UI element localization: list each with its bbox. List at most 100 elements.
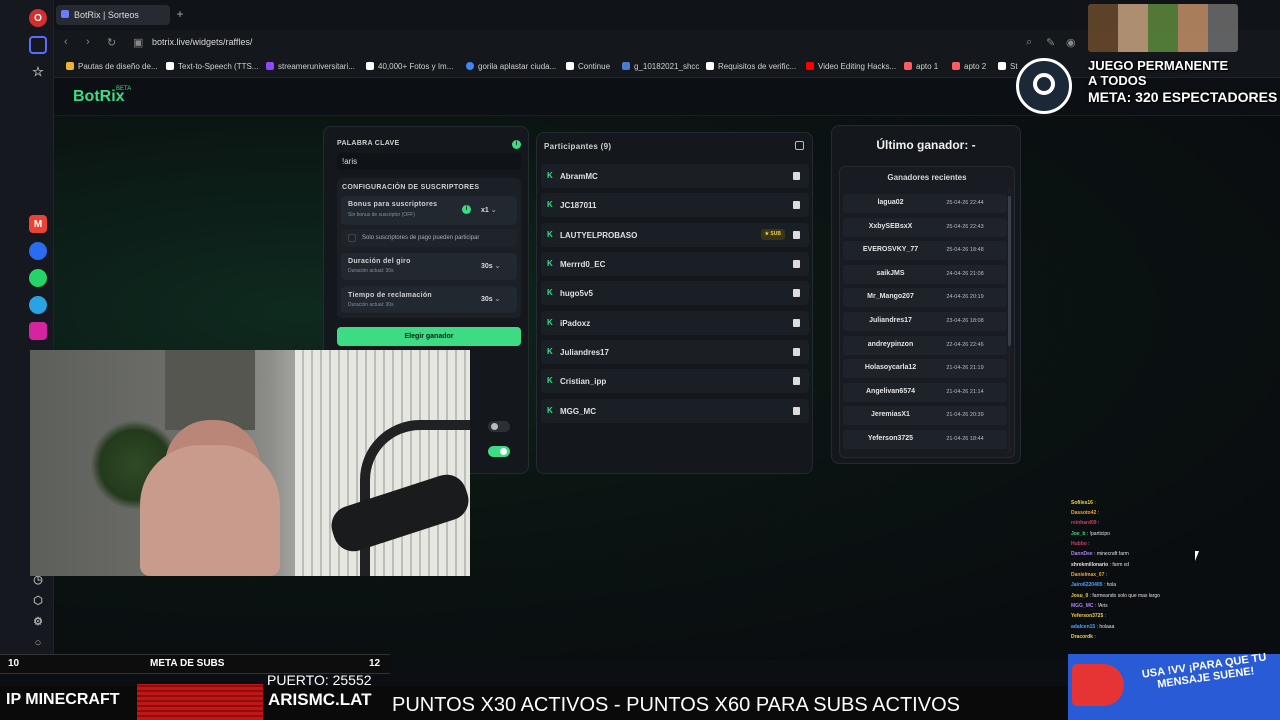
trash-icon[interactable] — [793, 319, 800, 327]
bookmark-item[interactable]: apto 2 — [952, 62, 986, 71]
info-icon[interactable]: i — [512, 140, 521, 149]
winner-name: Yeferson3725 — [867, 435, 914, 442]
chat-text: : hola — [1103, 582, 1117, 588]
sub-badge: ★ SUB — [760, 229, 785, 240]
whatsapp-icon[interactable] — [29, 269, 47, 287]
chat-message: Sofiles16 : — [1071, 500, 1096, 506]
claim-value: 30s — [481, 296, 493, 303]
chat-message: Dracordk : — [1071, 634, 1096, 640]
edit-icon[interactable]: ✎ — [1046, 36, 1055, 49]
bookmark-item[interactable]: gorila aplastar ciuda... — [466, 62, 556, 71]
tab-title: BotRix | Sorteos — [74, 10, 139, 20]
chat-message: Yeferson3725 : — [1071, 613, 1106, 619]
trash-icon[interactable] — [793, 377, 800, 385]
trash-icon[interactable] — [793, 289, 800, 297]
reload-icon[interactable]: ↻ — [107, 36, 116, 49]
search-icon[interactable]: ⌕ — [1026, 36, 1032, 49]
winner-row: Yeferson3725 21-04-26 18:44 — [843, 430, 1007, 449]
bonus-select[interactable]: x1 ⌄ — [481, 206, 497, 214]
back-icon[interactable]: ‹ — [64, 36, 68, 48]
chat-message: adalcen15 : holaaa — [1071, 624, 1114, 630]
chat-user: reinhard09 — [1071, 520, 1097, 526]
trash-icon[interactable] — [793, 201, 800, 209]
bookmark-icon — [904, 62, 912, 70]
participant-name: iPadoxz — [560, 319, 591, 328]
winner-row: andreypinzon 22-04-26 22:46 — [843, 336, 1007, 355]
winner-row: Holasoycarla12 21-04-26 21:19 — [843, 359, 1007, 378]
chat-text: : holaaa — [1096, 624, 1115, 630]
bookmark-item[interactable]: St — [998, 62, 1018, 71]
trash-icon[interactable] — [793, 172, 800, 180]
tab-active[interactable]: BotRix | Sorteos — [56, 5, 170, 25]
toggle-switch[interactable] — [488, 446, 510, 457]
chat-text: : — [1105, 572, 1108, 578]
chat-user: Danielmax_07 — [1071, 572, 1105, 578]
participant-row: K JC187011 — [541, 193, 809, 217]
trash-icon[interactable] — [793, 231, 800, 239]
bookmark-item[interactable]: Pautas de diseño de... — [66, 62, 158, 71]
steam-banner-line: A TODOS — [1088, 73, 1147, 88]
shelf — [165, 350, 255, 430]
spin-duration-select[interactable]: 30s ⌄ — [481, 262, 501, 270]
subs-goal-target: 12 — [369, 658, 381, 669]
participant-row: KiPadoxz — [541, 311, 809, 335]
keyword-input[interactable]: !aris — [337, 153, 521, 170]
bookmark-item[interactable]: Requisitos de verific... — [706, 62, 796, 71]
opera-logo-icon[interactable]: O — [29, 9, 47, 27]
chat-user: Sofiles16 — [1071, 500, 1093, 506]
paid-only-checkbox[interactable] — [348, 234, 356, 242]
bookmark-item[interactable]: 40,000+ Fotos y Im... — [366, 62, 453, 71]
instagram-icon[interactable] — [29, 322, 47, 340]
chat-text: : minecraft farm — [1094, 551, 1129, 557]
paid-only-label: Solo suscriptores de pago pueden partici… — [362, 235, 480, 241]
bookmark-icon — [166, 62, 174, 70]
toggle-switch[interactable] — [488, 421, 510, 432]
bookmark-item[interactable]: Video Editing Hacks... — [806, 62, 896, 71]
claim-time-select[interactable]: 30s ⌄ — [481, 295, 501, 303]
chat-text: : farm xd — [1109, 562, 1130, 568]
star-icon[interactable]: ☆ — [29, 63, 47, 81]
winner-date: 25-04-26 18:48 — [946, 247, 984, 253]
steam-icon — [1016, 58, 1072, 114]
info-icon[interactable]: i — [462, 205, 471, 214]
cube-icon[interactable]: ⬡ — [29, 591, 47, 609]
copy-icon[interactable] — [795, 141, 804, 150]
chat-user: MGG_MC — [1071, 603, 1094, 609]
kick-icon: K — [547, 259, 553, 268]
messenger-icon[interactable] — [29, 242, 47, 260]
home-icon[interactable] — [29, 36, 47, 54]
winner-name: XxbySEBsxX — [868, 223, 913, 230]
participant-row: Khugo5v5 — [541, 281, 809, 305]
bookmark-icon — [806, 62, 814, 70]
bookmark-item[interactable]: g_10182021_shcc — [622, 62, 699, 71]
bookmark-item[interactable]: streameruniversitari... — [266, 62, 355, 71]
telegram-icon[interactable] — [29, 296, 47, 314]
chat-text: : farmeando solo que mas largo — [1089, 593, 1160, 599]
bulb-icon[interactable]: ○ — [29, 634, 47, 652]
participants-title: Participantes (9) — [544, 142, 612, 151]
chat-user: Josu_0 — [1071, 593, 1089, 599]
bookmark-item[interactable]: Continue — [566, 62, 610, 71]
chat-user: adalcen15 — [1071, 624, 1096, 630]
new-tab-button[interactable]: + — [174, 8, 186, 20]
gaming-chair — [140, 445, 280, 576]
gmail-icon[interactable]: M — [29, 215, 47, 233]
scrollbar-thumb[interactable] — [1008, 196, 1011, 346]
forward-icon[interactable]: › — [86, 36, 90, 48]
trash-icon[interactable] — [793, 348, 800, 356]
settings-icon[interactable]: ⚙ — [29, 612, 47, 630]
winner-row: XxbySEBsxX 25-04-26 22:43 — [843, 218, 1007, 237]
bookmark-icon — [998, 62, 1006, 70]
camera-icon[interactable]: ◉ — [1066, 36, 1076, 49]
bookmark-item[interactable]: apto 1 — [904, 62, 938, 71]
choose-winner-button[interactable]: Elegir ganador — [337, 327, 521, 346]
bookmark-icon — [622, 62, 630, 70]
url-field[interactable]: botrix.live/widgets/raffles/ — [152, 37, 252, 47]
chat-text: : !Aris — [1094, 603, 1108, 609]
lock-icon: ▣ — [133, 37, 144, 49]
trash-icon[interactable] — [793, 407, 800, 415]
kick-icon: K — [547, 406, 553, 415]
bookmark-item[interactable]: Text-to-Speech (TTS... — [166, 62, 258, 71]
chat-message: Josu_0 : farmeando solo que mas largo — [1071, 593, 1160, 599]
trash-icon[interactable] — [793, 260, 800, 268]
